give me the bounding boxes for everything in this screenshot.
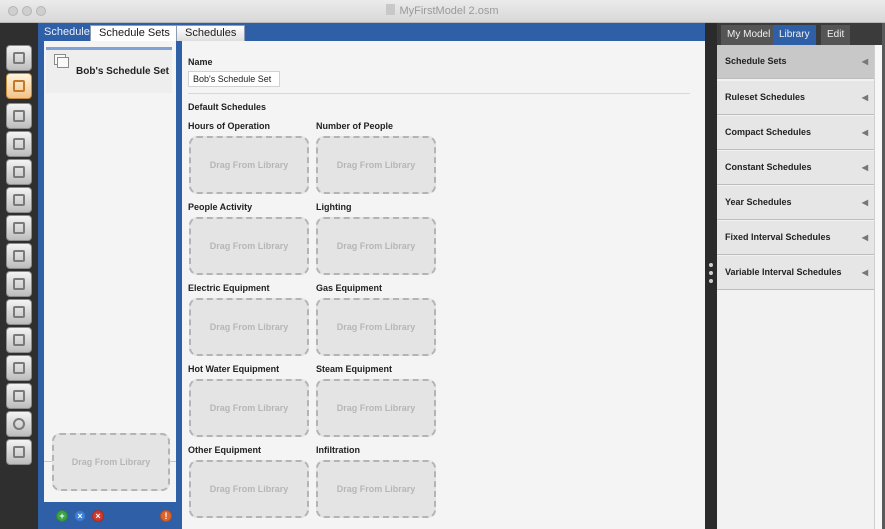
simulation-settings-icon[interactable]: [6, 355, 32, 381]
gas-equipment-drop-zone[interactable]: Drag From Library: [316, 298, 436, 356]
library-item-ruleset-schedules[interactable]: Ruleset Schedules ◀: [717, 81, 874, 115]
add-icon[interactable]: +: [56, 510, 68, 522]
tab-edit[interactable]: Edit: [821, 25, 851, 45]
tab-bar: Schedules Schedule Sets Schedules: [38, 23, 705, 41]
title-bar: MyFirstModel 2.osm: [0, 0, 885, 23]
spaces-icon[interactable]: [6, 243, 32, 269]
steam-equipment-drop-zone[interactable]: Drag From Library: [316, 379, 436, 437]
drop-zone-label: Drag From Library: [336, 403, 416, 413]
constructions-icon[interactable]: [6, 103, 32, 129]
drop-zone-label: Drag From Library: [336, 322, 416, 332]
library-item-variable-interval-schedules[interactable]: Variable Interval Schedules ◀: [717, 256, 874, 290]
window-title: MyFirstModel 2.osm: [0, 4, 885, 17]
results-icon[interactable]: [6, 439, 32, 465]
facility-icon[interactable]: [6, 215, 32, 241]
panel-splitter[interactable]: [705, 23, 717, 529]
library-item-fixed-interval-schedules[interactable]: Fixed Interval Schedules ◀: [717, 221, 874, 255]
document-icon: [386, 4, 396, 15]
field-label: Electric Equipment: [188, 283, 270, 293]
collapse-arrow-icon: ◀: [861, 233, 868, 242]
drop-zone-label: Drag From Library: [336, 484, 416, 494]
list-item[interactable]: Bob's Schedule Set: [46, 47, 172, 93]
divider: [188, 93, 690, 94]
drop-zone-label: Drag From Library: [336, 241, 416, 251]
name-field[interactable]: Bob's Schedule Set: [188, 71, 280, 87]
tab-schedule-sets[interactable]: Schedule Sets: [90, 25, 179, 41]
schedules-icon[interactable]: [6, 73, 32, 99]
space-types-icon[interactable]: [6, 159, 32, 185]
copy-icon[interactable]: ×: [74, 510, 86, 522]
site-icon[interactable]: [6, 45, 32, 71]
collapse-arrow-icon: ◀: [861, 198, 868, 207]
default-schedules-heading: Default Schedules: [188, 102, 267, 112]
field-label: Lighting: [316, 202, 352, 212]
library-item-schedule-sets[interactable]: Schedule Sets ◀: [717, 45, 874, 79]
scripts-icon[interactable]: [6, 383, 32, 409]
library-item-label: Variable Interval Schedules: [725, 267, 842, 277]
tab-my-model[interactable]: My Model: [721, 25, 777, 45]
schedule-set-icon: [54, 54, 69, 68]
splitter-grip-icon: [709, 279, 713, 283]
library-item-label: Year Schedules: [725, 197, 792, 207]
library-item-year-schedules[interactable]: Year Schedules ◀: [717, 186, 874, 220]
thermal-zones-icon[interactable]: [6, 271, 32, 297]
library-panel: Schedule Sets ◀ Ruleset Schedules ◀ Comp…: [717, 45, 885, 529]
people-activity-drop-zone[interactable]: Drag From Library: [189, 217, 309, 275]
splitter-grip-icon: [709, 263, 713, 267]
library-item-label: Fixed Interval Schedules: [725, 232, 831, 242]
electric-equipment-drop-zone[interactable]: Drag From Library: [189, 298, 309, 356]
field-label: Steam Equipment: [316, 364, 393, 374]
field-label: Hot Water Equipment: [188, 364, 280, 374]
infiltration-drop-zone[interactable]: Drag From Library: [316, 460, 436, 518]
drop-zone-label: Drag From Library: [209, 241, 289, 251]
lighting-drop-zone[interactable]: Drag From Library: [316, 217, 436, 275]
left-icon-toolbar: [0, 23, 38, 529]
collapse-arrow-icon: ◀: [861, 163, 868, 172]
schedule-set-editor: Name Bob's Schedule Set Default Schedule…: [182, 41, 705, 529]
list-drop-zone[interactable]: Drag From Library: [52, 433, 170, 491]
window-title-text: MyFirstModel 2.osm: [399, 5, 499, 17]
hot-water-equipment-drop-zone[interactable]: Drag From Library: [189, 379, 309, 437]
drop-zone-label: Drag From Library: [209, 160, 289, 170]
library-item-constant-schedules[interactable]: Constant Schedules ◀: [717, 151, 874, 185]
field-label: People Activity: [188, 202, 253, 212]
other-equipment-drop-zone[interactable]: Drag From Library: [189, 460, 309, 518]
splitter-grip-icon: [709, 271, 713, 275]
purge-icon[interactable]: !: [160, 510, 172, 522]
right-panel-tabs: My Model Library Edit: [717, 23, 885, 45]
collapse-arrow-icon: ◀: [861, 57, 868, 66]
field-label: Gas Equipment: [316, 283, 383, 293]
library-item-label: Compact Schedules: [725, 127, 812, 137]
drop-zone-label: Drag From Library: [209, 322, 289, 332]
collapse-arrow-icon: ◀: [861, 93, 868, 102]
collapse-arrow-icon: ◀: [861, 128, 868, 137]
tab-library[interactable]: Library: [773, 25, 816, 45]
field-label: Other Equipment: [188, 445, 262, 455]
drop-zone-label: Drag From Library: [71, 457, 151, 467]
library-item-label: Constant Schedules: [725, 162, 812, 172]
drop-zone-label: Drag From Library: [209, 484, 289, 494]
list-item-label: Bob's Schedule Set: [76, 66, 169, 77]
hours-of-operation-drop-zone[interactable]: Drag From Library: [189, 136, 309, 194]
run-icon[interactable]: [6, 411, 32, 437]
name-label: Name: [188, 57, 213, 67]
list-bottom-bar: + × × !: [44, 502, 176, 529]
drop-zone-label: Drag From Library: [336, 160, 416, 170]
library-item-compact-schedules[interactable]: Compact Schedules ◀: [717, 116, 874, 150]
tab-schedules[interactable]: Schedules: [176, 25, 246, 41]
drop-zone-label: Drag From Library: [209, 403, 289, 413]
remove-icon[interactable]: ×: [92, 510, 104, 522]
library-item-label: Ruleset Schedules: [725, 92, 806, 102]
number-of-people-drop-zone[interactable]: Drag From Library: [316, 136, 436, 194]
field-label: Infiltration: [316, 445, 360, 455]
output-variables-icon[interactable]: [6, 327, 32, 353]
schedule-sets-list: Bob's Schedule Set Drag From Library: [44, 41, 177, 529]
geometry-icon[interactable]: [6, 187, 32, 213]
loads-icon[interactable]: [6, 131, 32, 157]
hvac-systems-icon[interactable]: [6, 299, 32, 325]
field-label: Hours of Operation: [188, 121, 271, 131]
collapse-arrow-icon: ◀: [861, 268, 868, 277]
field-label: Number of People: [316, 121, 394, 131]
library-item-label: Schedule Sets: [725, 56, 787, 66]
